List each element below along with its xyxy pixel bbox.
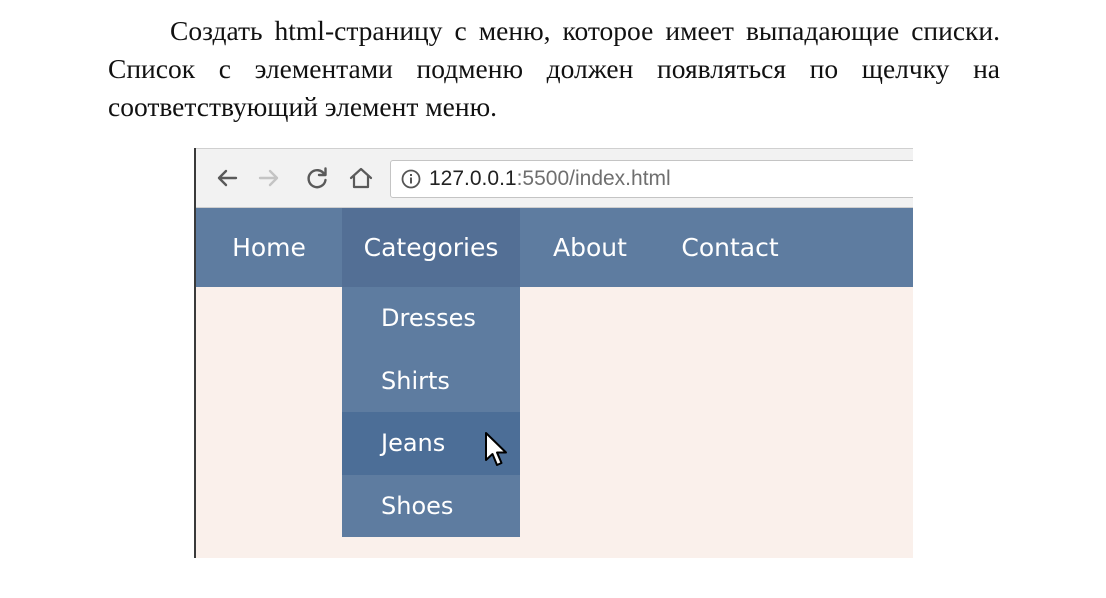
back-arrow-icon[interactable] <box>212 163 242 193</box>
menu-item-home[interactable]: Home <box>196 208 342 287</box>
info-icon[interactable] <box>401 169 421 189</box>
dropdown-item-shoes[interactable]: Shoes <box>342 475 520 538</box>
menu-item-contact[interactable]: Contact <box>668 208 792 287</box>
url-host: 127.0.0.1 <box>429 167 517 190</box>
dropdown-item-dresses[interactable]: Dresses <box>342 287 520 350</box>
address-url[interactable]: 127.0.0.1:5500/index.html <box>429 161 671 197</box>
browser-screenshot: 127.0.0.1:5500/index.html Home Categorie… <box>194 148 913 558</box>
task-description: Создать html-страницу с меню, которое им… <box>108 15 1000 122</box>
mouse-pointer-icon <box>485 432 507 466</box>
url-path: :5500/index.html <box>516 167 671 190</box>
forward-arrow-icon[interactable] <box>254 163 284 193</box>
menu-item-about[interactable]: About <box>536 208 644 287</box>
menu-item-categories[interactable]: Categories <box>342 208 520 287</box>
main-menu: Home Categories About Contact <box>196 208 913 287</box>
dropdown-item-shirts[interactable]: Shirts <box>342 350 520 413</box>
address-bar[interactable]: 127.0.0.1:5500/index.html <box>390 160 913 198</box>
reload-icon[interactable] <box>302 163 332 193</box>
home-icon[interactable] <box>346 163 376 193</box>
categories-dropdown: Dresses Shirts Jeans Shoes <box>342 287 520 537</box>
browser-toolbar: 127.0.0.1:5500/index.html <box>196 148 913 208</box>
